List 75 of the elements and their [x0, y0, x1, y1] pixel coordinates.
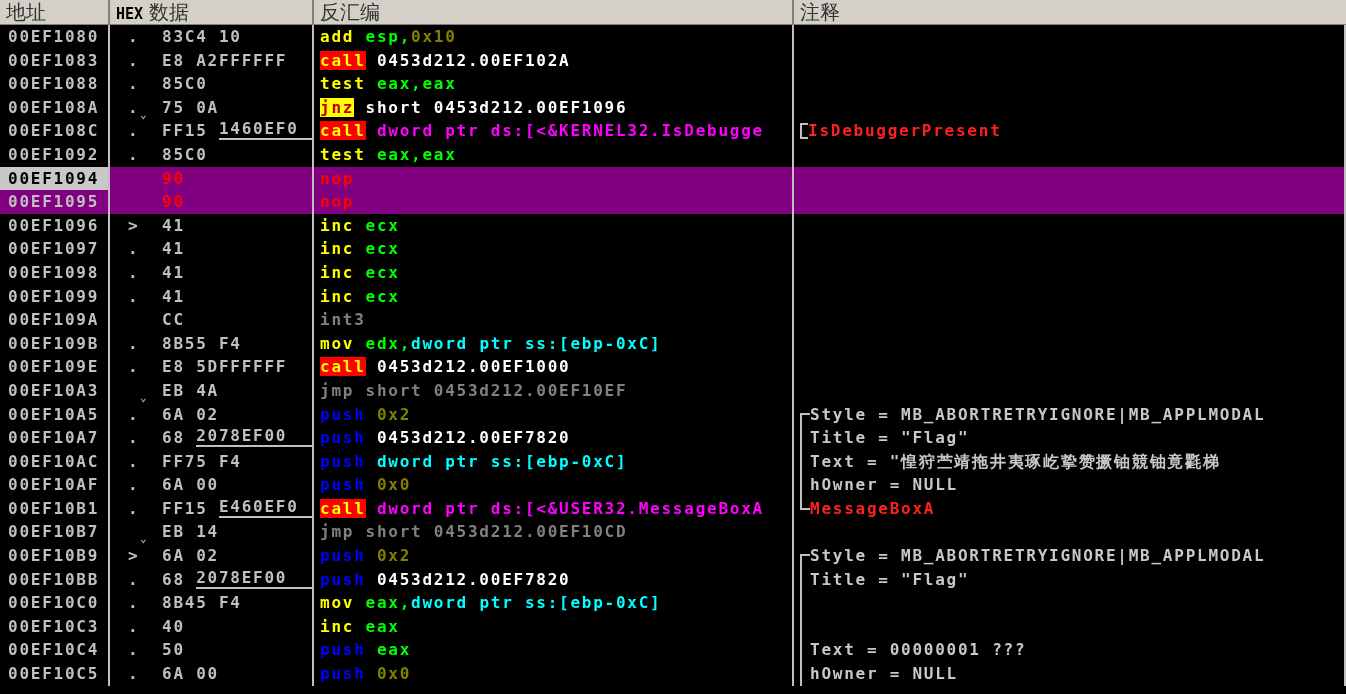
hex-bytes: 90	[162, 191, 185, 214]
hex-bytes: EB 4A	[162, 379, 219, 402]
hex-bytes: 41	[162, 214, 185, 237]
fixup-address: E460EF0	[218, 496, 312, 518]
line-marker: .	[128, 616, 140, 636]
hex-bytes: 6A 02	[162, 545, 219, 568]
address-cell: 00EF1094	[0, 166, 110, 191]
hex-bytes: 75 0A	[162, 96, 219, 119]
bracket-line	[800, 123, 808, 139]
code-row[interactable]: 00EF1095 90 nop	[0, 190, 1346, 214]
line-marker: .	[128, 286, 140, 306]
line-marker: .	[128, 144, 140, 164]
hex-bytes: 83C4 10	[162, 26, 242, 48]
comment-text: MessageBoxA	[810, 497, 936, 520]
hex-bytes: 40	[162, 615, 185, 638]
jump-marker: ⌄	[140, 107, 149, 121]
hex-bytes: 85C0	[162, 143, 208, 166]
line-marker: .	[128, 569, 140, 589]
hex-bytes: 85C0	[162, 73, 208, 96]
comment-text: hOwner = NULL	[810, 663, 958, 686]
hex-bytes: FF75 F4	[162, 450, 242, 473]
line-marker: .	[128, 498, 140, 518]
comment-text: Text = 00000001 ???	[810, 639, 1027, 662]
line-marker: .	[128, 50, 140, 70]
comment-text: IsDebuggerPresent	[808, 120, 1002, 143]
comment-text: hOwner = NULL	[810, 474, 958, 497]
comment-text: Title = "Flag"	[810, 568, 970, 591]
fixup-address: 2078EF00	[196, 426, 312, 448]
fixup-address: 2078EF00	[196, 567, 312, 589]
line-marker: .	[128, 239, 140, 259]
hex-bytes: 6A 00	[162, 663, 219, 686]
hex-bytes: 6A 02	[162, 403, 219, 426]
line-marker: .	[128, 357, 140, 377]
comment-text: Style = MB_ABORTRETRYIGNORE|MB_APPLMODAL	[810, 403, 1266, 426]
line-marker: .	[128, 451, 140, 471]
hex-bytes: EB 14	[162, 521, 219, 544]
hex-bytes: CC	[162, 309, 185, 332]
line-marker: .	[128, 97, 140, 117]
hex-bytes: 68	[162, 427, 186, 450]
hex-bytes: 41	[162, 261, 185, 284]
jump-marker: ⌄	[140, 390, 149, 404]
hex-bytes: 8B55 F4	[162, 332, 242, 355]
line-marker: >	[128, 215, 140, 235]
code-row[interactable]: 00EF1094 90 nop	[0, 166, 1346, 191]
line-marker: .	[128, 27, 140, 46]
column-header[interactable]: 注释	[794, 0, 1346, 24]
comment-text: Style = MB_ABORTRETRYIGNORE|MB_APPLMODAL	[810, 545, 1266, 568]
hex-bytes: 90	[162, 167, 185, 190]
comment-text: Text = "惶狩苎靖拖井夷琢屹挚赞撅铀競铀竟氍梯	[810, 450, 1221, 473]
hex-bytes: 6A 00	[162, 474, 219, 497]
hex-bytes: FF15	[162, 497, 209, 520]
line-marker: .	[128, 333, 140, 353]
hex-bytes: 8B45 F4	[162, 592, 242, 615]
line-marker: >	[128, 546, 140, 566]
hex-bytes: 50	[162, 639, 185, 662]
line-marker: .	[128, 428, 140, 448]
hex-bytes: 41	[162, 285, 185, 308]
line-marker: .	[128, 664, 140, 684]
hex-bytes: 41	[162, 238, 185, 261]
jump-marker: ⌄	[140, 532, 149, 546]
hex-bytes: 68	[162, 568, 186, 591]
disassembly-cell: push 0x0	[314, 662, 794, 686]
line-marker: .	[128, 74, 140, 94]
address-cell: 00EF10C5	[0, 662, 110, 686]
line-marker: .	[128, 640, 140, 660]
comment-text: Title = "Flag"	[810, 427, 970, 450]
hex-bytes: E8 5DFFFFFF	[162, 356, 288, 379]
line-marker: .	[128, 593, 140, 613]
line-marker: .	[128, 121, 140, 141]
hex-bytes: FF15	[162, 120, 209, 143]
hex-bytes: E8 A2FFFFFF	[162, 49, 288, 72]
fixup-address: 1460EF0	[218, 119, 312, 141]
line-marker: .	[128, 475, 140, 495]
line-marker: .	[128, 262, 140, 282]
line-marker: .	[128, 404, 140, 424]
